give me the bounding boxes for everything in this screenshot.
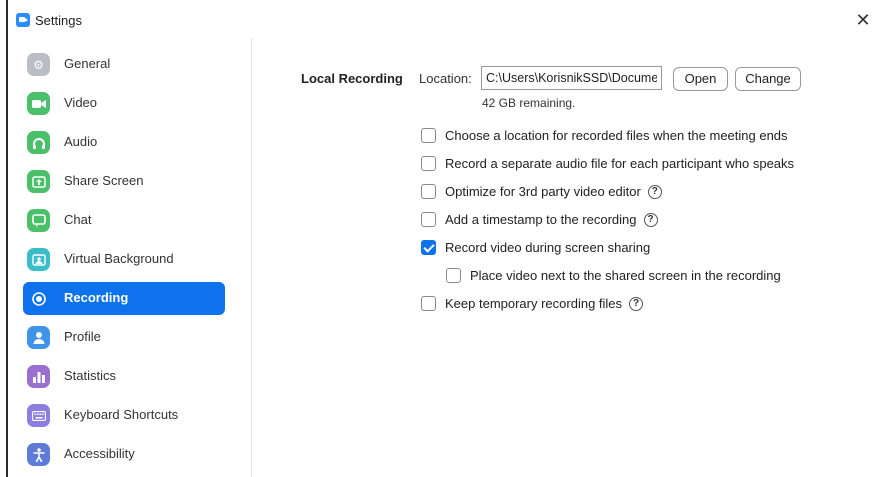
section-title: Local Recording — [301, 71, 403, 86]
sidebar-item-label: Profile — [64, 329, 101, 344]
choose-location-checkbox[interactable] — [421, 128, 436, 143]
sidebar-item-label: Accessibility — [64, 446, 135, 461]
keep-temp-files-checkbox[interactable] — [421, 296, 436, 311]
sidebar-item-label: Audio — [64, 134, 98, 149]
location-label: Location: — [419, 71, 472, 86]
sidebar-item-general[interactable]: ⚙ General — [23, 48, 225, 81]
close-icon[interactable]: ✕ — [851, 8, 875, 32]
location-path-field[interactable] — [481, 66, 662, 90]
sidebar-item-virtual-background[interactable]: Virtual Background — [23, 243, 225, 276]
record-icon — [27, 287, 50, 310]
sidebar-item-label: General — [64, 56, 111, 71]
change-location-button[interactable]: Change — [735, 67, 801, 91]
gear-icon: ⚙ — [27, 53, 50, 76]
sidebar-item-label: Share Screen — [64, 173, 144, 188]
timestamp-checkbox[interactable] — [421, 212, 436, 227]
sidebar-item-keyboard-shortcuts[interactable]: Keyboard Shortcuts — [23, 399, 225, 432]
open-folder-button[interactable]: Open — [673, 67, 728, 91]
option-optimize-3rd-party[interactable]: Optimize for 3rd party video editor ? — [421, 184, 662, 199]
help-icon[interactable]: ? — [647, 184, 662, 199]
separate-audio-checkbox[interactable] — [421, 156, 436, 171]
chat-bubble-icon — [27, 209, 50, 232]
option-label: Add a timestamp to the recording — [445, 212, 637, 227]
person-background-icon — [27, 248, 50, 271]
user-icon — [27, 326, 50, 349]
help-icon[interactable]: ? — [643, 212, 658, 227]
sidebar-item-label: Keyboard Shortcuts — [64, 407, 179, 422]
sidebar-item-label: Virtual Background — [64, 251, 174, 266]
keyboard-icon — [27, 404, 50, 427]
option-record-video-sharing[interactable]: Record video during screen sharing — [421, 240, 650, 255]
option-label: Record a separate audio file for each pa… — [445, 156, 795, 171]
sidebar-item-share-screen[interactable]: Share Screen — [23, 165, 225, 198]
optimize-editor-checkbox[interactable] — [421, 184, 436, 199]
option-place-video-next[interactable]: Place video next to the shared screen in… — [446, 268, 781, 283]
option-keep-temp-files[interactable]: Keep temporary recording files ? — [421, 296, 644, 311]
option-label: Choose a location for recorded files whe… — [445, 128, 788, 143]
sidebar-item-video[interactable]: Video — [23, 87, 225, 120]
option-label: Optimize for 3rd party video editor — [445, 184, 641, 199]
record-video-sharing-checkbox[interactable] — [421, 240, 436, 255]
window-title: Settings — [35, 13, 82, 28]
zoom-app-icon — [16, 13, 30, 27]
option-label: Place video next to the shared screen in… — [470, 268, 781, 283]
option-separate-audio[interactable]: Record a separate audio file for each pa… — [421, 156, 794, 171]
help-icon[interactable]: ? — [629, 296, 644, 311]
share-screen-icon — [27, 170, 50, 193]
sidebar-item-recording[interactable]: Recording — [23, 282, 225, 315]
sidebar-item-profile[interactable]: Profile — [23, 321, 225, 354]
headphones-icon — [27, 131, 50, 154]
sidebar-item-audio[interactable]: Audio — [23, 126, 225, 159]
option-label: Keep temporary recording files — [445, 296, 623, 311]
option-choose-location[interactable]: Choose a location for recorded files whe… — [421, 128, 788, 143]
settings-sidebar: ⚙ General Video Audio Share Screen Chat … — [8, 38, 252, 477]
bar-chart-icon — [27, 365, 50, 388]
place-video-next-checkbox[interactable] — [446, 268, 461, 283]
sidebar-item-accessibility[interactable]: Accessibility — [23, 438, 225, 471]
sidebar-item-chat[interactable]: Chat — [23, 204, 225, 237]
title-bar: Settings ✕ — [8, 0, 875, 38]
video-camera-icon — [27, 92, 50, 115]
storage-remaining-text: 42 GB remaining. — [482, 96, 576, 110]
option-label: Record video during screen sharing — [445, 240, 651, 255]
sidebar-item-statistics[interactable]: Statistics — [23, 360, 225, 393]
sidebar-item-label: Statistics — [64, 368, 117, 383]
option-add-timestamp[interactable]: Add a timestamp to the recording ? — [421, 212, 658, 227]
sidebar-item-label: Chat — [64, 212, 92, 227]
sidebar-item-label: Video — [64, 95, 98, 110]
accessibility-icon — [27, 443, 50, 466]
sidebar-item-label: Recording — [64, 290, 129, 305]
recording-settings-panel: Local Recording Location: Open Change 42… — [253, 38, 875, 477]
